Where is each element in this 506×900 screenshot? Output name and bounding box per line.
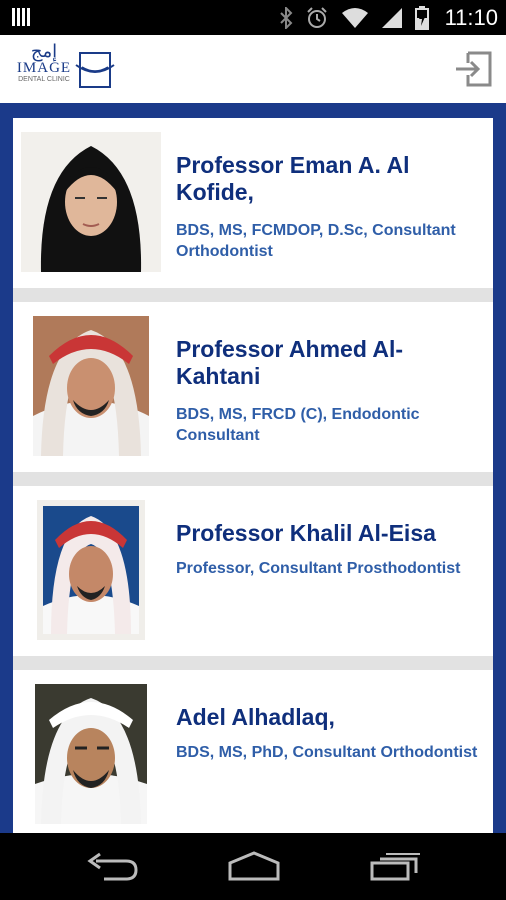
doctor-list-container: Professor Eman A. Al Kofide, BDS, MS, FC… xyxy=(0,103,506,833)
notification-icon xyxy=(12,8,34,26)
recents-icon xyxy=(370,853,420,881)
logo-arabic: إمج xyxy=(30,41,58,62)
doctor-name: Professor Ahmed Al-Kahtani xyxy=(176,336,404,389)
doctor-photo xyxy=(35,684,147,824)
alarm-icon xyxy=(306,6,327,28)
doctor-qualifications: BDS, MS, PhD, Consultant Orthodontist xyxy=(176,744,478,761)
logo-mark-icon xyxy=(75,52,115,88)
logo-text: إمج IMAGE DENTAL CLINIC xyxy=(16,43,72,84)
doctor-photo xyxy=(37,500,145,640)
list-divider xyxy=(13,472,493,486)
doctor-qualifications: Professor, Consultant Prosthodontist xyxy=(176,560,461,577)
doctor-qualifications: BDS, MS, FRCD (C), Endodontic Consultant xyxy=(176,406,420,444)
doctor-list[interactable]: Professor Eman A. Al Kofide, BDS, MS, FC… xyxy=(13,118,493,833)
recents-button[interactable] xyxy=(370,851,422,886)
battery-charging-icon xyxy=(414,5,429,30)
logo-tagline: DENTAL CLINIC xyxy=(18,76,70,83)
doctor-qualifications: BDS, MS, FCMDOP, D.Sc, Consultant Orthod… xyxy=(176,222,456,260)
list-divider xyxy=(13,656,493,670)
back-button[interactable] xyxy=(86,851,138,886)
bluetooth-icon xyxy=(279,6,292,29)
doctor-card[interactable]: Professor Khalil Al-Eisa Professor, Cons… xyxy=(13,486,493,654)
status-bar: 11:10 xyxy=(0,0,506,35)
doctor-name: Professor Khalil Al-Eisa xyxy=(176,520,436,546)
status-icons: 11:10 xyxy=(279,0,498,35)
doctor-card[interactable]: Professor Ahmed Al-Kahtani BDS, MS, FRCD… xyxy=(13,302,493,470)
doctor-photo xyxy=(33,316,149,456)
logo-name: IMAGE xyxy=(16,60,72,76)
app-header: إمج IMAGE DENTAL CLINIC xyxy=(0,35,506,104)
doctor-photo xyxy=(21,132,161,272)
doctor-card[interactable]: Professor Eman A. Al Kofide, BDS, MS, FC… xyxy=(13,118,493,286)
doctor-name: Professor Eman A. Al Kofide, xyxy=(176,152,410,205)
doctor-card[interactable]: Adel Alhadlaq, BDS, MS, PhD, Consultant … xyxy=(13,670,493,833)
logout-button[interactable] xyxy=(454,49,494,89)
clock-time: 11:10 xyxy=(444,4,498,30)
signal-icon xyxy=(381,7,402,28)
wifi-icon xyxy=(341,7,368,28)
home-icon xyxy=(228,851,280,881)
list-divider xyxy=(13,288,493,302)
back-icon xyxy=(87,852,138,881)
doctor-name: Adel Alhadlaq, xyxy=(176,704,335,730)
navigation-bar xyxy=(0,833,506,900)
logout-icon xyxy=(456,51,492,87)
clinic-logo: إمج IMAGE DENTAL CLINIC xyxy=(16,43,116,95)
home-button[interactable] xyxy=(226,851,282,886)
